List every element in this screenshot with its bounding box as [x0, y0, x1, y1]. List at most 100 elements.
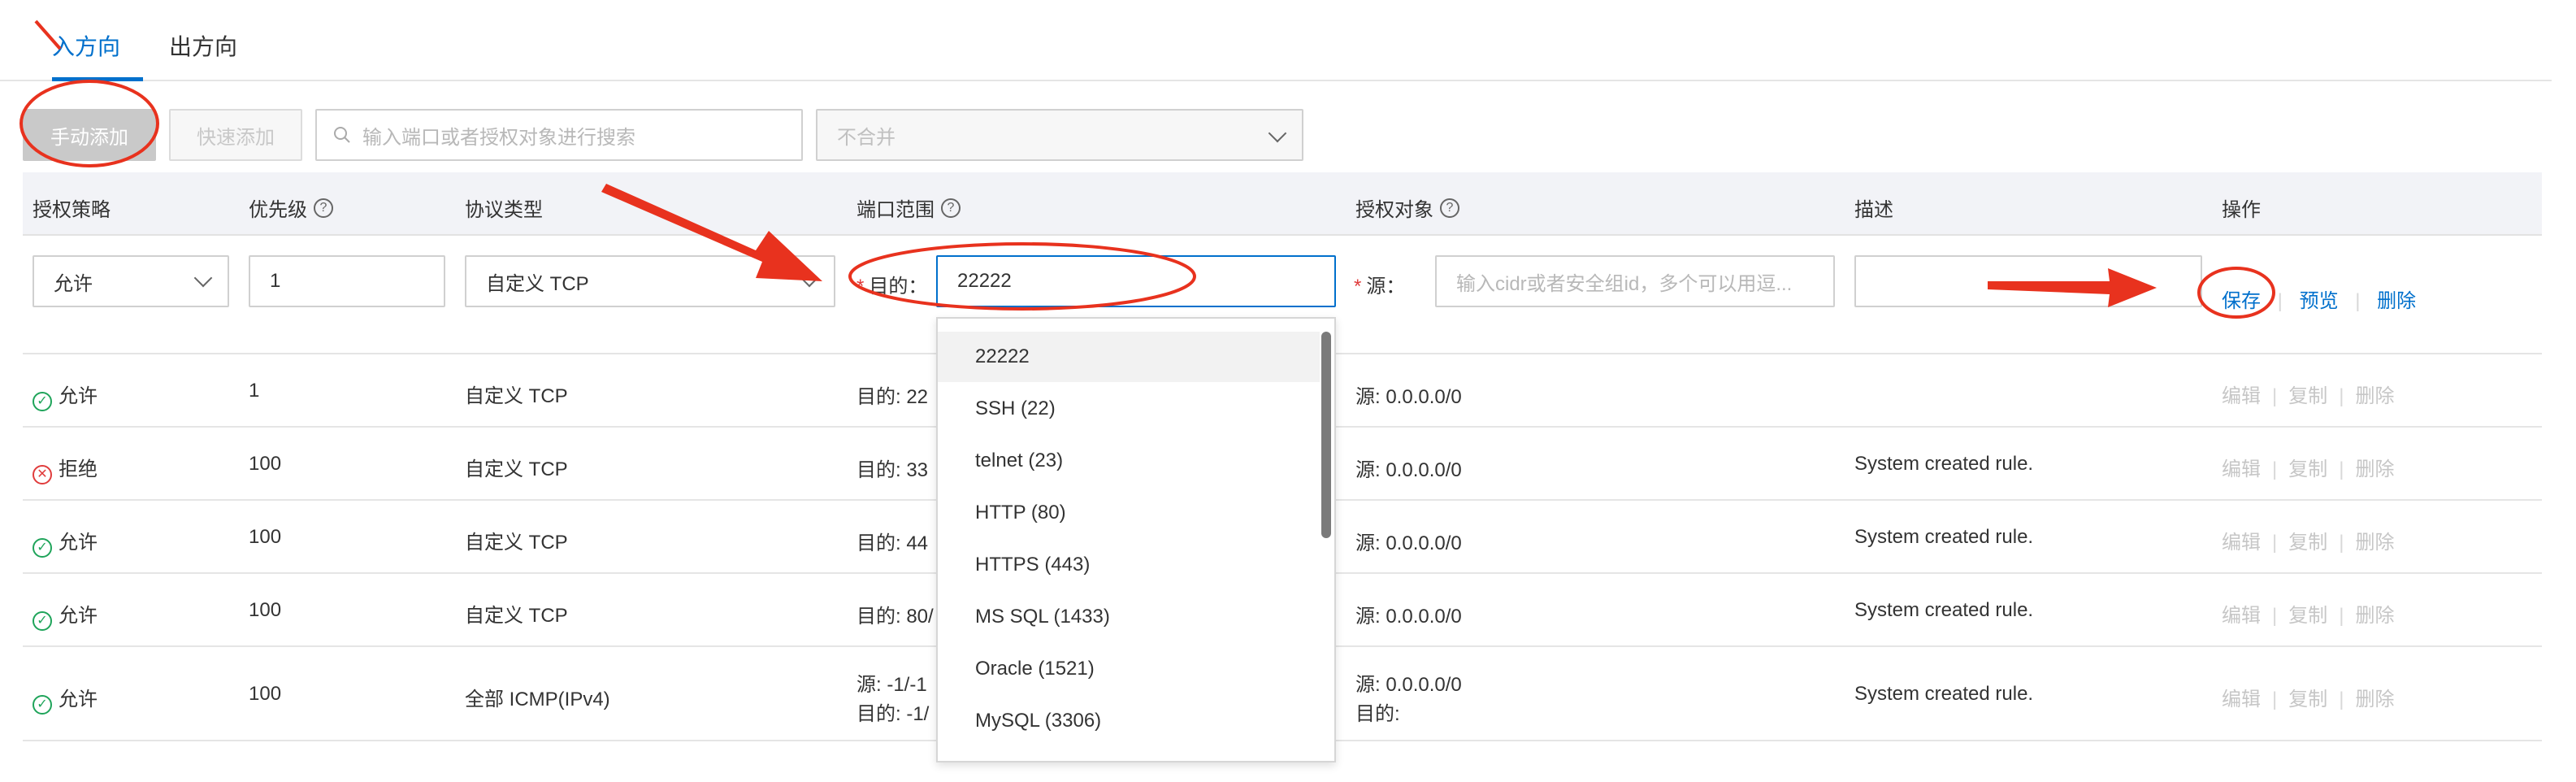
- check-circle-icon: ✓: [33, 538, 52, 558]
- priority-input[interactable]: 1: [249, 255, 445, 307]
- policy-cell: ✕ 拒绝: [33, 453, 98, 484]
- help-icon[interactable]: ?: [1440, 198, 1459, 218]
- policy-cell: ✓ 允许: [33, 599, 98, 631]
- description-cell: System created rule.: [1854, 453, 2034, 475]
- dropdown-option[interactable]: MySQL (3306): [938, 696, 1320, 746]
- protocol-cell: 自定义 TCP: [465, 605, 568, 627]
- delete-link[interactable]: 删除: [2355, 605, 2394, 627]
- edit-link[interactable]: 编辑: [2222, 689, 2261, 710]
- auth-cell: 源: 0.0.0.0/0: [1355, 532, 1462, 554]
- direction-tabs: 入方向 出方向: [0, 0, 2552, 81]
- dropdown-option[interactable]: SSH (22): [938, 384, 1320, 434]
- priority-cell: 100: [249, 599, 282, 621]
- manual-add-button[interactable]: 手动添加: [23, 109, 156, 161]
- port-range-value: 22222: [957, 270, 1012, 292]
- delete-button[interactable]: 删除: [2377, 290, 2416, 312]
- policy-cell: ✓ 允许: [33, 683, 98, 715]
- source-input[interactable]: 输入cidr或者安全组id，多个可以用逗...: [1435, 255, 1835, 307]
- preview-button[interactable]: 预览: [2300, 290, 2339, 312]
- save-button[interactable]: 保存: [2222, 290, 2261, 312]
- row-actions: 编辑 | 复制 | 删除: [2222, 605, 2395, 627]
- policy-cell: ✓ 允许: [33, 380, 98, 411]
- chevron-down-icon: [800, 268, 819, 288]
- policy-select-value: 允许: [54, 272, 93, 295]
- port-cell-line2: 目的: -1/: [856, 703, 930, 725]
- port-cell: 目的: 22: [856, 386, 929, 408]
- dropdown-option[interactable]: HTTPS (443): [938, 540, 1320, 590]
- port-range-input[interactable]: 22222: [936, 255, 1336, 307]
- copy-link[interactable]: 复制: [2288, 605, 2327, 627]
- description-cell: System created rule.: [1854, 683, 2034, 705]
- priority-value: 1: [270, 270, 281, 292]
- auth-cell: 源: 0.0.0.0/0: [1355, 459, 1462, 481]
- source-placeholder: 输入cidr或者安全组id，多个可以用逗...: [1456, 272, 1793, 295]
- col-port-range: 端口范围?: [856, 193, 961, 222]
- check-circle-icon: ✓: [33, 695, 52, 715]
- edit-row-actions: 保存 | 预览 | 删除: [2222, 290, 2417, 312]
- auth-cell-line2: 目的:: [1355, 703, 1400, 725]
- source-label: * 源：: [1354, 276, 1406, 298]
- row-actions: 编辑 | 复制 | 删除: [2222, 458, 2395, 480]
- auth-cell: 源: 0.0.0.0/0: [1355, 606, 1462, 628]
- edit-link[interactable]: 编辑: [2222, 605, 2261, 627]
- check-circle-icon: ✓: [33, 392, 52, 411]
- protocol-cell: 自定义 TCP: [465, 532, 568, 554]
- row-actions: 编辑 | 复制 | 删除: [2222, 385, 2395, 407]
- quick-add-button[interactable]: 快速添加: [169, 109, 302, 161]
- table-header: 授权策略 优先级? 协议类型 端口范围? 授权对象? 描述 操作: [23, 172, 2542, 236]
- row-actions: 编辑 | 复制 | 删除: [2222, 532, 2395, 554]
- auth-cell: 源: 0.0.0.0/0: [1355, 674, 1462, 696]
- auth-cell: 源: 0.0.0.0/0: [1355, 386, 1462, 408]
- description-input[interactable]: [1854, 255, 2202, 307]
- x-circle-icon: ✕: [33, 465, 52, 484]
- port-cell: 源: -1/-1: [856, 674, 927, 696]
- delete-link[interactable]: 删除: [2355, 385, 2394, 407]
- edit-link[interactable]: 编辑: [2222, 458, 2261, 480]
- merge-select-value: 不合并: [837, 126, 896, 149]
- tab-outbound[interactable]: 出方向: [169, 29, 237, 81]
- copy-link[interactable]: 复制: [2288, 385, 2327, 407]
- search-input[interactable]: 输入端口或者授权对象进行搜索: [315, 109, 803, 161]
- search-placeholder: 输入端口或者授权对象进行搜索: [362, 126, 635, 149]
- policy-select[interactable]: 允许: [33, 255, 229, 307]
- edit-link[interactable]: 编辑: [2222, 385, 2261, 407]
- dropdown-option[interactable]: MS SQL (1433): [938, 592, 1320, 642]
- port-cell: 目的: 80/: [856, 606, 934, 628]
- priority-cell: 1: [249, 380, 260, 402]
- check-circle-icon: ✓: [33, 611, 52, 631]
- description-cell: System created rule.: [1854, 526, 2034, 548]
- port-dropdown: 22222 SSH (22) telnet (23) HTTP (80) HTTPS (…: [936, 317, 1336, 762]
- policy-cell: ✓ 允许: [33, 526, 98, 558]
- dropdown-option[interactable]: Oracle (1521): [938, 644, 1320, 694]
- chevron-down-icon: [193, 268, 213, 288]
- dropdown-option[interactable]: telnet (23): [938, 436, 1320, 486]
- protocol-cell: 自定义 TCP: [465, 458, 568, 480]
- search-icon: [334, 127, 350, 143]
- copy-link[interactable]: 复制: [2288, 458, 2327, 480]
- dest-label: * 目的：: [856, 276, 928, 298]
- col-protocol: 协议类型: [465, 199, 543, 221]
- delete-link[interactable]: 删除: [2355, 689, 2394, 710]
- chevron-down-icon: [1268, 124, 1287, 143]
- protocol-cell: 全部 ICMP(IPv4): [465, 689, 610, 710]
- col-priority: 优先级?: [249, 193, 333, 222]
- delete-link[interactable]: 删除: [2355, 532, 2394, 554]
- dropdown-option[interactable]: 22222: [938, 332, 1320, 382]
- row-actions: 编辑 | 复制 | 删除: [2222, 689, 2395, 710]
- port-cell: 目的: 44: [856, 532, 929, 554]
- edit-link[interactable]: 编辑: [2222, 532, 2261, 554]
- dropdown-option[interactable]: HTTP (80): [938, 488, 1320, 538]
- dropdown-scrollbar[interactable]: [1321, 332, 1331, 538]
- merge-select[interactable]: 不合并: [816, 109, 1303, 161]
- copy-link[interactable]: 复制: [2288, 532, 2327, 554]
- copy-link[interactable]: 复制: [2288, 689, 2327, 710]
- help-icon[interactable]: ?: [314, 198, 333, 218]
- protocol-select[interactable]: 自定义 TCP: [465, 255, 835, 307]
- col-auth-object: 授权对象?: [1355, 193, 1459, 222]
- priority-cell: 100: [249, 683, 282, 705]
- tab-inbound[interactable]: 入方向: [52, 29, 143, 81]
- priority-cell: 100: [249, 453, 282, 475]
- delete-link[interactable]: 删除: [2355, 458, 2394, 480]
- description-cell: System created rule.: [1854, 599, 2034, 621]
- help-icon[interactable]: ?: [941, 198, 961, 218]
